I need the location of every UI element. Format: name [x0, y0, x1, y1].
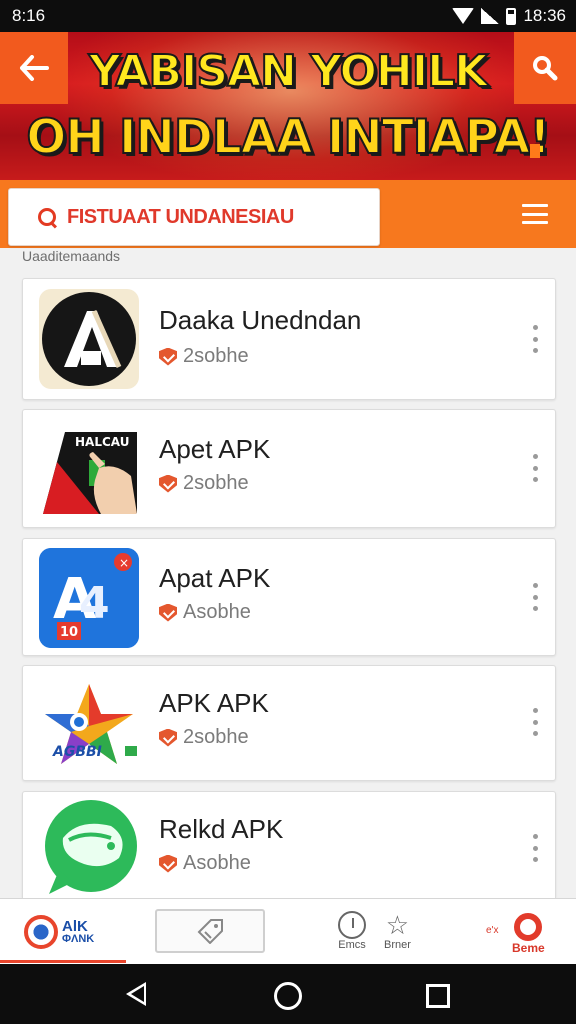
- hand-on-screen-logo-icon: HALCAU: [39, 418, 139, 518]
- logo-wordmark: AlK ΦΛΝΚ: [62, 919, 94, 945]
- green-chat-logo-icon: [39, 798, 139, 898]
- nav-center-button[interactable]: [155, 909, 265, 953]
- search-icon: [37, 207, 57, 227]
- more-options-icon[interactable]: [531, 325, 539, 353]
- promo-banner: YABISAN YOHILK OH INDLAA INTIAPA!: [0, 32, 576, 180]
- status-time: 8:16: [12, 6, 46, 25]
- nav-item-emcs[interactable]: Emcs: [338, 911, 366, 951]
- app-list-item[interactable]: Daaka Unedndan 2sobhe: [22, 278, 556, 400]
- nav-small-label: e'x: [486, 925, 499, 936]
- tag-icon: [197, 919, 223, 944]
- nav-item-label: Beme: [512, 941, 545, 955]
- status-icons: 18:36: [452, 6, 566, 26]
- recents-square-icon[interactable]: [426, 984, 450, 1008]
- app-list-item[interactable]: HALCAU Apet APK 2sobhe: [22, 409, 556, 528]
- record-icon: [514, 913, 543, 941]
- app-name: APK APK: [159, 688, 269, 718]
- nav-item-beme[interactable]: Beme: [512, 913, 545, 955]
- nav-item-label: Brner: [384, 939, 411, 951]
- app-name: Daaka Unedndan: [159, 305, 362, 335]
- battery-icon: [506, 7, 517, 25]
- banner-decoration: [530, 144, 540, 158]
- more-options-icon[interactable]: [531, 454, 539, 482]
- svg-text:HALCAU: HALCAU: [75, 435, 129, 449]
- verified-badge-icon: [159, 855, 177, 873]
- nav-home-logo[interactable]: AlK ΦΛΝΚ: [24, 915, 94, 949]
- verified-badge-icon: [159, 348, 177, 366]
- more-options-icon[interactable]: [531, 583, 539, 611]
- blue-a4-logo-icon: A 4 × 10: [39, 548, 139, 648]
- app-list-item[interactable]: AGBBI APK APK 2sobhe: [22, 665, 556, 781]
- app-list-item[interactable]: A 4 × 10 Apat APK Asobhe: [22, 538, 556, 656]
- back-triangle-icon[interactable]: [126, 982, 146, 1006]
- verified-badge-icon: [159, 604, 177, 622]
- svg-text:10: 10: [60, 625, 78, 640]
- banner-search-button[interactable]: [514, 32, 576, 104]
- app-status: Asobhe: [159, 852, 251, 875]
- logo-text: AlK: [62, 918, 88, 935]
- arrow-left-icon: [20, 55, 49, 81]
- app-logo-icon: [24, 915, 58, 949]
- banner-headline-1: YABISAN YOHILK: [88, 45, 490, 98]
- active-tab-indicator: [0, 960, 126, 963]
- app-status: 2sobhe: [159, 726, 249, 749]
- app-status: 2sobhe: [159, 472, 249, 495]
- menu-icon[interactable]: [522, 204, 548, 224]
- verified-badge-icon: [159, 475, 177, 493]
- app-name: Apet APK: [159, 434, 271, 464]
- system-navigation-bar: [0, 964, 576, 1024]
- app-status-text: 2sobhe: [183, 472, 249, 494]
- app-status: Asobhe: [159, 601, 251, 624]
- nav-item-label: Emcs: [338, 939, 366, 951]
- section-label: Uaaditemaands: [22, 248, 121, 264]
- search-icon: [533, 56, 558, 81]
- clock-icon: [338, 911, 366, 939]
- status-clock: 18:36: [523, 6, 566, 25]
- app-status: 2sobhe: [159, 345, 249, 368]
- more-options-icon[interactable]: [531, 708, 539, 736]
- home-circle-icon[interactable]: [274, 982, 302, 1010]
- svg-text:×: ×: [119, 556, 129, 570]
- status-bar: 8:16 18:36: [0, 0, 576, 32]
- app-status-text: Asobhe: [183, 601, 251, 623]
- search-input[interactable]: FISTUAAT UNDANESIAU: [8, 188, 380, 246]
- bottom-navigation: AlK ΦΛΝΚ Emcs ☆ Brner e'x Beme: [0, 898, 576, 964]
- logo-subtext: ΦΛΝΚ: [62, 933, 95, 945]
- svg-text:AGBBI: AGBBI: [52, 744, 102, 760]
- search-query: FISTUAAT UNDANESIAU: [67, 205, 294, 228]
- banner-headline-2: OH INDLAA INTIAPA!: [25, 109, 551, 166]
- app-status-text: 2sobhe: [183, 345, 249, 367]
- signal-icon: [481, 8, 500, 24]
- app-list-item[interactable]: Relkd APK Asobhe: [22, 791, 556, 898]
- colorful-star-logo-icon: AGBBI: [39, 674, 139, 774]
- verified-badge-icon: [159, 729, 177, 747]
- back-button[interactable]: [0, 32, 68, 104]
- app-name: Relkd APK: [159, 814, 284, 844]
- more-options-icon[interactable]: [531, 834, 539, 862]
- black-circle-a-logo-icon: [39, 289, 139, 389]
- search-bar-row: FISTUAAT UNDANESIAU: [0, 180, 576, 248]
- svg-text:4: 4: [79, 578, 110, 629]
- app-name: Apat APK: [159, 563, 271, 593]
- star-icon: ☆: [385, 910, 410, 940]
- app-status-text: 2sobhe: [183, 726, 249, 748]
- wifi-icon: [452, 8, 475, 24]
- nav-item-brner[interactable]: ☆ Brner: [384, 911, 411, 951]
- app-status-text: Asobhe: [183, 852, 251, 874]
